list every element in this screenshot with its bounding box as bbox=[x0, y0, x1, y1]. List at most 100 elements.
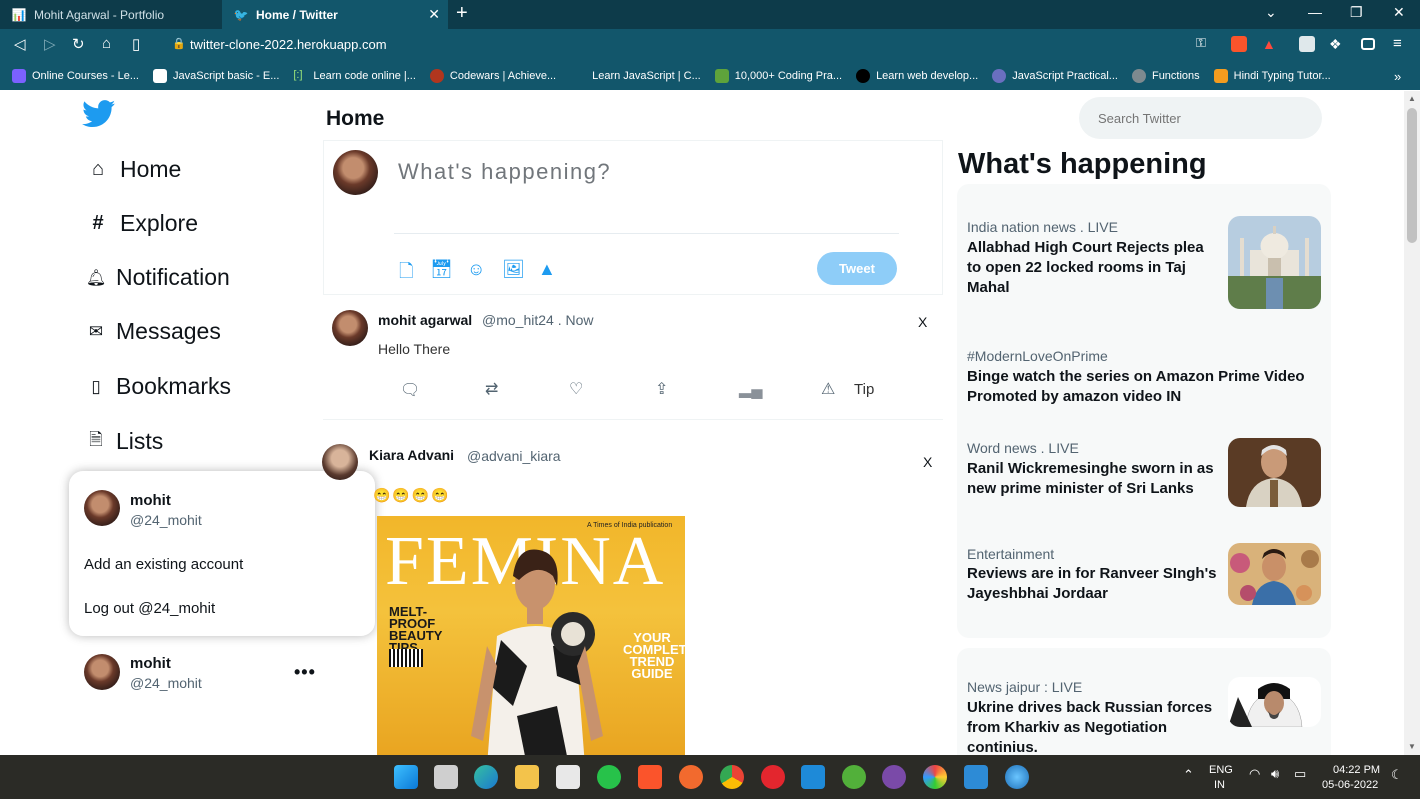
bookmark-item[interactable]: Learn JavaScript | C... bbox=[592, 70, 701, 82]
maximize-icon[interactable]: ❐ bbox=[1350, 4, 1363, 21]
tweet-author-name[interactable]: Kiara Advani bbox=[369, 447, 454, 463]
bookmark-page-icon[interactable]: ▯ bbox=[132, 35, 140, 53]
tweet-button[interactable]: Tweet bbox=[817, 252, 897, 285]
key-icon[interactable]: ⚿ bbox=[1196, 35, 1206, 51]
scrollbar-thumb[interactable] bbox=[1407, 108, 1417, 243]
back-icon[interactable]: ◁ bbox=[14, 35, 26, 53]
screenshot-icon[interactable] bbox=[1299, 36, 1315, 52]
account-name[interactable]: mohit bbox=[130, 655, 171, 672]
account-handle[interactable]: @24_mohit bbox=[130, 675, 202, 691]
scroll-up-icon[interactable]: ▲ bbox=[1408, 94, 1416, 103]
vscode-icon[interactable] bbox=[801, 765, 825, 789]
lock-icon[interactable]: 🔒 bbox=[172, 37, 186, 50]
menu-icon[interactable]: ≡ bbox=[1393, 35, 1402, 52]
calendar-icon[interactable]: 📅︎ bbox=[430, 259, 453, 280]
sidebar-item-bookmarks[interactable]: ▯ Bookmarks bbox=[86, 373, 231, 400]
tip-icon[interactable]: ⚠︎ bbox=[821, 379, 835, 399]
image-icon[interactable]: 🖼 bbox=[502, 259, 525, 280]
reply-icon[interactable]: 🗨︎ bbox=[400, 380, 420, 400]
sidebar-item-home[interactable]: ⌂ Home bbox=[86, 156, 181, 183]
analytics-icon[interactable]: ▂▄ bbox=[739, 379, 763, 399]
trend-headline[interactable]: Allabhad High Court Rejects plea to open… bbox=[967, 238, 1222, 298]
notification-center-icon[interactable]: ☾ bbox=[1391, 768, 1403, 782]
add-account-button[interactable]: Add an existing account bbox=[84, 556, 243, 573]
bookmark-item[interactable]: 10,000+ Coding Pra... bbox=[714, 69, 842, 83]
globe-app-icon[interactable] bbox=[1005, 765, 1029, 789]
bookmark-item[interactable]: JavaScript Practical... bbox=[992, 69, 1118, 83]
logout-button[interactable]: Log out @24_mohit bbox=[84, 600, 215, 617]
gif-icon[interactable]: ▲ bbox=[538, 259, 556, 280]
media-app-icon[interactable] bbox=[761, 765, 785, 789]
bookmarks-more-icon[interactable]: » bbox=[1394, 69, 1401, 84]
close-window-icon[interactable]: ✕ bbox=[1393, 4, 1405, 21]
delete-tweet-button[interactable]: X bbox=[923, 454, 932, 470]
windows-start-icon[interactable] bbox=[394, 765, 418, 789]
region-indicator[interactable]: IN bbox=[1214, 778, 1225, 792]
bookmark-item[interactable]: Functions bbox=[1131, 69, 1200, 83]
avatar[interactable] bbox=[322, 444, 358, 480]
retweet-icon[interactable]: ⇄ bbox=[485, 379, 498, 399]
extensions-icon[interactable]: ❖ bbox=[1329, 36, 1345, 52]
tab-search-icon[interactable]: ⌄ bbox=[1265, 4, 1277, 21]
news-person-image[interactable] bbox=[1228, 438, 1321, 507]
bookmark-item[interactable]: Codewars | Achieve... bbox=[429, 69, 556, 83]
clock-time[interactable]: 04:22 PM bbox=[1333, 763, 1380, 777]
tweet-image[interactable]: FEMINA A Times of India publication MELT… bbox=[377, 516, 685, 755]
taj-mahal-image[interactable] bbox=[1228, 216, 1321, 309]
torrent-icon[interactable] bbox=[842, 765, 866, 789]
file-explorer-icon[interactable] bbox=[515, 765, 539, 789]
trend-headline[interactable]: Ukrine drives back Russian forces from K… bbox=[967, 698, 1217, 758]
avatar[interactable] bbox=[332, 310, 368, 346]
whatsapp-icon[interactable] bbox=[597, 765, 621, 789]
news-leader-image[interactable] bbox=[1228, 677, 1321, 727]
tab-portfolio[interactable]: 📊 Mohit Agarwal - Portfolio bbox=[0, 0, 222, 29]
emoji-icon[interactable]: ☺ bbox=[467, 259, 485, 280]
video-editor-icon[interactable] bbox=[882, 765, 906, 789]
system-tray-chevron-icon[interactable]: ⌃ bbox=[1183, 768, 1194, 782]
language-indicator[interactable]: ENG bbox=[1209, 763, 1233, 777]
pen-app-icon[interactable] bbox=[679, 765, 703, 789]
sidebar-item-explore[interactable]: # Explore bbox=[86, 210, 198, 237]
wallet-icon[interactable] bbox=[1361, 38, 1375, 50]
rewards-icon[interactable]: ▲ bbox=[1262, 36, 1278, 52]
trend-headline[interactable]: Reviews are in for Ranveer SIngh's Jayes… bbox=[967, 564, 1217, 604]
store-icon[interactable] bbox=[556, 765, 580, 789]
trend-headline[interactable]: Binge watch the series on Amazon Prime V… bbox=[967, 367, 1317, 407]
wifi-icon[interactable]: ◠ bbox=[1249, 767, 1260, 781]
tweet-author-name[interactable]: mohit agarwal bbox=[378, 312, 472, 328]
task-view-icon[interactable] bbox=[434, 765, 458, 789]
brave-shield-icon[interactable] bbox=[1231, 36, 1247, 52]
home-browser-icon[interactable]: ⌂ bbox=[102, 35, 111, 52]
bookmark-item[interactable]: [:] Learn code online |... bbox=[293, 69, 416, 83]
trend-headline[interactable]: Ranil Wickremesinghe sworn in as new pri… bbox=[967, 459, 1217, 499]
share-icon[interactable]: ⇪ bbox=[655, 379, 668, 399]
tip-label[interactable]: Tip bbox=[854, 381, 874, 398]
edge-icon[interactable] bbox=[474, 765, 498, 789]
more-options-icon[interactable]: ••• bbox=[294, 662, 316, 683]
volume-icon[interactable]: 🔊︎ bbox=[1271, 767, 1279, 781]
paint-app-icon[interactable] bbox=[923, 765, 947, 789]
sidebar-item-notification[interactable]: 🔔︎ Notification bbox=[86, 264, 230, 291]
scroll-down-icon[interactable]: ▼ bbox=[1408, 742, 1416, 751]
movie-still-image[interactable] bbox=[1228, 543, 1321, 605]
bookmark-item[interactable]: JavaScript basic - E... bbox=[153, 69, 279, 83]
delete-tweet-button[interactable]: X bbox=[918, 314, 927, 330]
sidebar-item-messages[interactable]: ✉ Messages bbox=[86, 318, 221, 345]
bookmark-item[interactable]: Learn web develop... bbox=[856, 69, 978, 83]
reload-icon[interactable]: ↻ bbox=[72, 35, 85, 53]
clock-date[interactable]: 05-06-2022 bbox=[1322, 778, 1378, 792]
chrome-icon[interactable] bbox=[720, 765, 744, 789]
avatar[interactable] bbox=[84, 654, 120, 690]
twitter-logo-icon[interactable] bbox=[82, 100, 116, 133]
url-field[interactable]: twitter-clone-2022.herokuapp.com bbox=[190, 37, 387, 52]
brave-icon[interactable] bbox=[638, 765, 662, 789]
battery-icon[interactable]: ▭ bbox=[1294, 767, 1306, 781]
bookmark-item[interactable]: Hindi Typing Tutor... bbox=[1213, 69, 1331, 83]
compose-input[interactable]: What's happening? bbox=[398, 159, 611, 185]
forward-icon[interactable]: ▷ bbox=[44, 35, 56, 53]
file-icon[interactable]: 🗋 bbox=[399, 259, 413, 289]
minimize-icon[interactable]: — bbox=[1308, 4, 1322, 20]
new-tab-button[interactable]: + bbox=[456, 2, 468, 25]
like-icon[interactable]: ♡ bbox=[569, 379, 583, 399]
settings-app-icon[interactable] bbox=[964, 765, 988, 789]
